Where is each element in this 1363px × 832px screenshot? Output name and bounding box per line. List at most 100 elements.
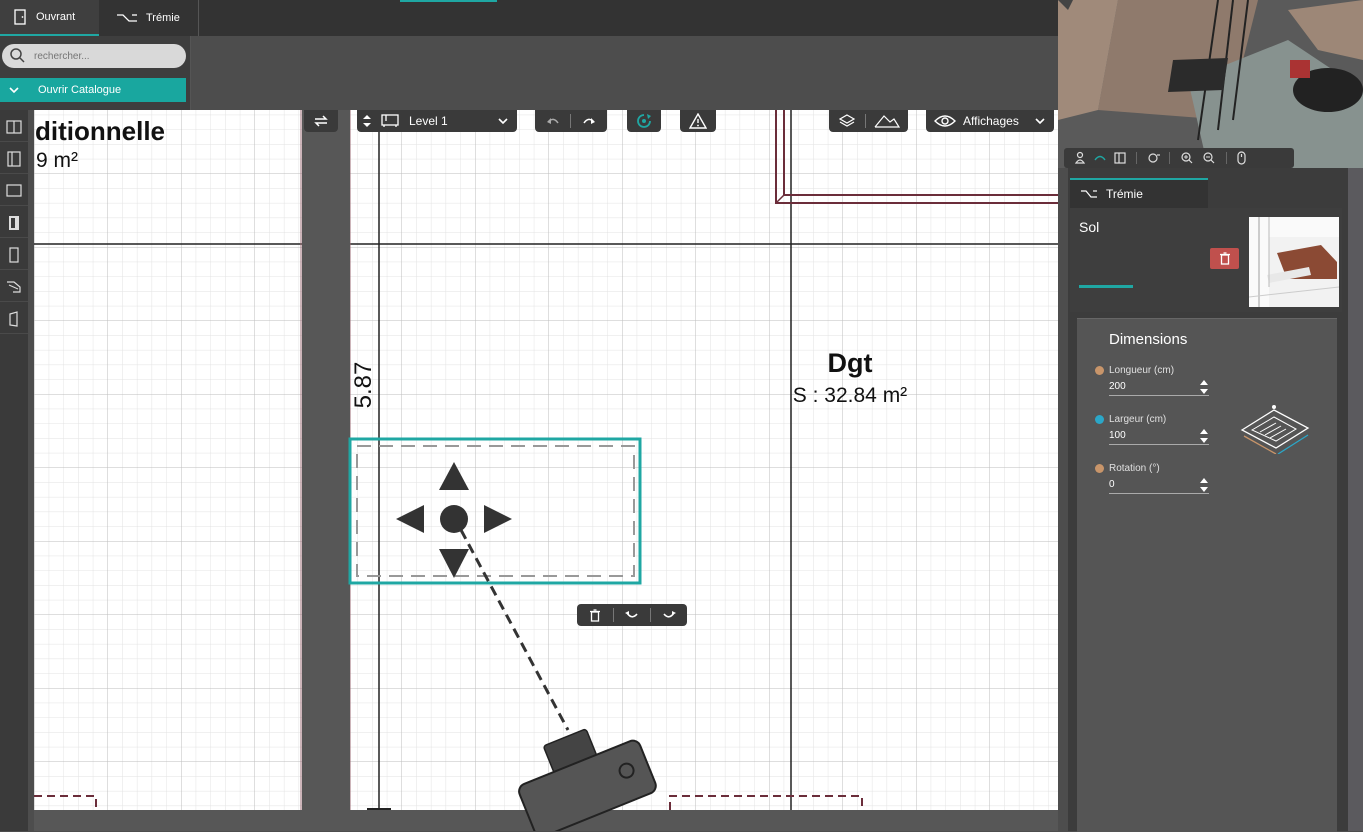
zoom-out-icon[interactable] bbox=[1198, 151, 1220, 165]
level-selector[interactable]: Level 1 bbox=[357, 110, 517, 132]
rotate-right-icon bbox=[663, 611, 676, 618]
tab-ouvrant[interactable]: Ouvrant bbox=[0, 0, 99, 36]
panel-tool[interactable] bbox=[0, 304, 28, 334]
room-icon bbox=[6, 184, 22, 197]
door-tool[interactable] bbox=[0, 208, 28, 238]
open-catalog-label: Ouvrir Catalogue bbox=[38, 84, 122, 96]
chevron-down-icon bbox=[498, 118, 508, 125]
tab-tremie-properties[interactable]: Trémie bbox=[1070, 178, 1208, 208]
layers-icon bbox=[839, 114, 855, 127]
search-icon bbox=[10, 48, 25, 63]
layers-toolbar bbox=[829, 110, 908, 132]
open-catalog-button[interactable]: Ouvrir Catalogue bbox=[0, 78, 186, 102]
window-tool[interactable] bbox=[0, 240, 28, 270]
object-thumbnail bbox=[1248, 217, 1340, 307]
magnet-toggle[interactable] bbox=[627, 110, 661, 132]
tab-tremie-label: Trémie bbox=[146, 12, 180, 24]
double-wall-icon bbox=[7, 150, 21, 167]
redo-button[interactable] bbox=[571, 116, 606, 126]
3d-scene bbox=[1058, 0, 1363, 168]
opening-diagram-icon bbox=[1240, 405, 1310, 454]
search-input[interactable] bbox=[32, 49, 176, 63]
warnings-button[interactable] bbox=[680, 110, 716, 132]
longueur-color-dot bbox=[1095, 366, 1104, 375]
door-icon bbox=[9, 215, 19, 230]
terrain-button[interactable] bbox=[866, 114, 908, 128]
mouse-icon[interactable] bbox=[1233, 151, 1249, 165]
stair-opening-icon bbox=[117, 14, 137, 22]
rotate-left-button[interactable] bbox=[614, 610, 650, 620]
room-area-left: 9 m² bbox=[36, 149, 78, 172]
magnet-icon bbox=[637, 114, 651, 128]
tab-tremie-properties-label: Trémie bbox=[1106, 187, 1143, 201]
walls-icon[interactable] bbox=[1110, 151, 1130, 165]
rotation-color-dot bbox=[1095, 464, 1104, 473]
rotate-left-icon bbox=[625, 611, 638, 618]
double-wall-tool[interactable] bbox=[0, 144, 28, 174]
zoom-in-icon[interactable] bbox=[1176, 151, 1198, 165]
stairs-icon bbox=[7, 280, 21, 293]
rotate-right-button[interactable] bbox=[651, 610, 687, 620]
object-actions-toolbar bbox=[577, 604, 687, 626]
chevron-down-icon bbox=[1035, 118, 1045, 125]
orbit-icon[interactable] bbox=[1090, 151, 1110, 165]
longueur-field[interactable]: Longueur (cm) 200 bbox=[1095, 365, 1209, 396]
layers-button[interactable] bbox=[829, 114, 865, 128]
undo-button[interactable] bbox=[535, 116, 570, 126]
stepper-icon[interactable] bbox=[1199, 428, 1209, 444]
longueur-input[interactable]: 200 bbox=[1109, 381, 1209, 396]
section-indicator bbox=[1079, 285, 1133, 288]
undo-icon bbox=[546, 118, 559, 124]
stairs-tool[interactable] bbox=[0, 272, 28, 302]
tab-ouvrant-label: Ouvrant bbox=[36, 11, 76, 23]
swap-button[interactable] bbox=[304, 110, 338, 132]
terrain-icon bbox=[874, 115, 900, 128]
stepper-icon[interactable] bbox=[1199, 379, 1209, 395]
room-name-left: ditionnelle bbox=[35, 116, 165, 146]
rotation-field[interactable]: Rotation (°) 0 bbox=[1095, 463, 1209, 494]
swap-icon bbox=[314, 115, 328, 127]
wall-tool[interactable] bbox=[0, 112, 28, 142]
delete-button[interactable] bbox=[1210, 248, 1239, 269]
largeur-color-dot bbox=[1095, 415, 1104, 424]
person-icon[interactable] bbox=[1070, 151, 1090, 165]
largeur-input[interactable]: 100 bbox=[1109, 430, 1209, 445]
active-indicator bbox=[400, 0, 497, 2]
stair-opening-icon bbox=[1081, 190, 1097, 198]
3d-view-toolbar bbox=[1064, 148, 1294, 168]
room-name-dgt: Dgt bbox=[827, 348, 873, 378]
panel-icon bbox=[9, 310, 18, 327]
trash-icon bbox=[1219, 252, 1230, 265]
rotate-camera-icon[interactable] bbox=[1143, 151, 1163, 165]
trash-icon bbox=[590, 608, 600, 622]
wall-icon bbox=[6, 119, 22, 134]
views-dropdown[interactable]: Affichages bbox=[926, 110, 1054, 132]
window-icon bbox=[9, 246, 19, 263]
dimensions-title: Dimensions bbox=[1109, 331, 1188, 348]
tool-column bbox=[0, 110, 28, 831]
search-box bbox=[2, 44, 186, 68]
tab-tremie[interactable]: Trémie bbox=[100, 0, 199, 36]
room-tool[interactable] bbox=[0, 176, 28, 206]
section-label: Sol bbox=[1079, 219, 1100, 235]
stepper-icon[interactable] bbox=[1199, 477, 1209, 493]
rotation-input[interactable]: 0 bbox=[1109, 479, 1209, 494]
selected-opening[interactable] bbox=[340, 430, 680, 831]
views-label: Affichages bbox=[963, 114, 1019, 128]
thumbnail-image bbox=[1248, 217, 1340, 307]
3d-preview[interactable] bbox=[1058, 0, 1363, 168]
dimension-label: 5.87 bbox=[350, 361, 377, 409]
room-area-dgt: S : 32.84 m² bbox=[792, 384, 908, 407]
longueur-label: Longueur (cm) bbox=[1109, 365, 1175, 376]
move-arrows-icon[interactable] bbox=[396, 462, 512, 578]
warning-icon bbox=[689, 113, 707, 129]
chevron-down-icon bbox=[9, 87, 19, 94]
largeur-label: Largeur (cm) bbox=[1109, 414, 1167, 425]
floor-plan-icon bbox=[381, 114, 399, 127]
camera-icon[interactable] bbox=[506, 712, 658, 831]
delete-object-button[interactable] bbox=[577, 608, 613, 622]
largeur-field[interactable]: Largeur (cm) 100 bbox=[1095, 414, 1209, 445]
top-toolbar: Ouvrant Trémie bbox=[0, 0, 1058, 36]
up-down-icon bbox=[363, 115, 371, 127]
door-icon bbox=[14, 9, 26, 25]
